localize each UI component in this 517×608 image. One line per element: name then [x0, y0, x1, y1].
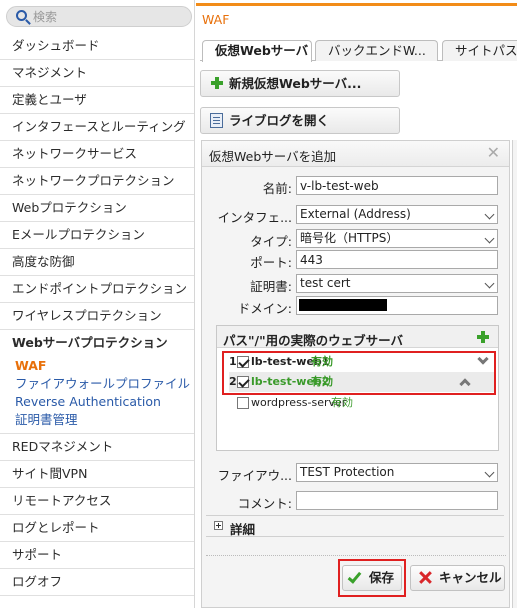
sidebar-item-remote-access[interactable]: リモートアクセス — [0, 488, 194, 515]
chevron-down-icon — [484, 278, 495, 289]
add-server-icon[interactable] — [477, 331, 489, 343]
server-row-3[interactable]: wordpress-server 有効 — [229, 393, 494, 413]
sidebar-item-logoff[interactable]: ログオフ — [0, 569, 194, 596]
sidebar-item-interfaces-routing[interactable]: インタフェースとルーティング — [0, 114, 194, 141]
server-order-1: 1 — [229, 355, 237, 368]
firewall-profile-select[interactable]: TEST Protection — [296, 463, 498, 482]
server-status-2: 有効 — [311, 375, 333, 388]
type-value: 暗号化（HTTPS） — [300, 231, 399, 245]
sidebar-item-endpoint-protection[interactable]: エンドポイントプロテクション — [0, 276, 194, 303]
server-status-3: 有効 — [331, 396, 353, 409]
close-icon — [419, 571, 432, 584]
cancel-label: キャンセル — [439, 570, 502, 585]
open-live-log-button[interactable]: ライブログを開く — [200, 107, 400, 134]
certificate-select[interactable]: test cert — [296, 274, 498, 293]
sidebar-item-network-services[interactable]: ネットワークサービス — [0, 141, 194, 168]
sidebar-nav: ダッシュボード マネジメント 定義とユーザ インタフェースとルーティング ネット… — [0, 33, 194, 596]
expand-icon[interactable] — [214, 521, 223, 530]
server-row-1[interactable]: 1 lb-test-web1 有効 — [229, 352, 494, 372]
tab-site-path-routing[interactable]: サイトパス... — [442, 40, 517, 61]
tab-virtual-webservers[interactable]: 仮想Webサーバ — [202, 40, 312, 62]
sidebar-item-management[interactable]: マネジメント — [0, 60, 194, 87]
sidebar-item-network-protection[interactable]: ネットワークプロテクション — [0, 168, 194, 195]
name-field[interactable] — [296, 176, 498, 195]
sidebar-subitem-waf[interactable]: WAF — [15, 357, 194, 375]
dialog-title: 仮想Webサーバを追加 — [209, 149, 337, 164]
name-label: 名前: — [262, 181, 292, 196]
sidebar-item-site-to-site-vpn[interactable]: サイト間VPN — [0, 461, 194, 488]
chevron-down-icon — [484, 209, 495, 220]
footer-divider — [206, 555, 506, 556]
server-order-2: 2 — [229, 375, 237, 388]
real-webservers-title: パス"/"用の実際のウェブサーバ — [223, 333, 403, 348]
adjacent-panel-edge — [512, 140, 517, 608]
search-box[interactable] — [6, 6, 192, 27]
details-label: 詳細 — [230, 522, 256, 537]
sidebar-item-advanced-protection[interactable]: 高度な防御 — [0, 249, 194, 276]
interface-label: インタフェ... — [217, 210, 292, 225]
new-virtual-webserver-button[interactable]: 新規仮想Webサーバ... — [200, 70, 400, 97]
domain-label: ドメイン: — [237, 301, 292, 316]
redacted-domain — [299, 299, 387, 311]
server-checkbox-3[interactable] — [237, 397, 249, 409]
accent-line — [196, 3, 517, 6]
server-checkbox-2[interactable] — [237, 376, 249, 388]
chevron-down-icon — [484, 233, 495, 244]
sidebar-item-web-protection[interactable]: Webプロテクション — [0, 195, 194, 222]
tab-bar: 仮想Webサーバ バックエンドW... サイトパス... — [200, 40, 517, 62]
sidebar-item-red-management[interactable]: REDマネジメント — [0, 434, 194, 461]
certificate-label: 証明書: — [250, 279, 292, 294]
interface-value: External (Address) — [300, 207, 411, 221]
save-label: 保存 — [369, 570, 395, 585]
move-up-icon[interactable] — [459, 378, 471, 390]
server-row-2[interactable]: 2 lb-test-web2 有効 — [229, 372, 494, 392]
move-down-icon[interactable] — [477, 353, 489, 365]
server-status-1: 有効 — [311, 355, 333, 368]
sidebar-subnav: WAF ファイアウォールプロファイル Reverse Authenticatio… — [0, 357, 194, 434]
dialog-header: 仮想Webサーバを追加 ✕ — [202, 141, 509, 167]
comment-field[interactable] — [296, 491, 498, 510]
firewall-profile-label: ファイアウ... — [217, 468, 292, 483]
search-input[interactable] — [33, 9, 183, 25]
sidebar: ダッシュボード マネジメント 定義とユーザ インタフェースとルーティング ネット… — [0, 0, 195, 608]
certificate-value: test cert — [300, 276, 351, 290]
type-label: タイプ: — [250, 234, 292, 249]
sidebar-item-definitions-users[interactable]: 定義とユーザ — [0, 87, 194, 114]
sidebar-item-wireless-protection[interactable]: ワイヤレスプロテクション — [0, 303, 194, 330]
server-checkbox-1[interactable] — [237, 356, 249, 368]
port-label: ポート: — [250, 255, 292, 270]
page-title: WAF — [202, 12, 230, 27]
type-select[interactable]: 暗号化（HTTPS） — [296, 229, 498, 248]
log-icon — [210, 113, 223, 128]
close-icon[interactable]: ✕ — [487, 144, 500, 162]
sidebar-item-email-protection[interactable]: Eメールプロテクション — [0, 222, 194, 249]
interface-select[interactable]: External (Address) — [296, 205, 498, 224]
save-button[interactable]: 保存 — [342, 565, 402, 591]
chevron-down-icon — [484, 467, 495, 478]
sidebar-item-support[interactable]: サポート — [0, 542, 194, 569]
sidebar-subitem-reverse-auth[interactable]: Reverse Authentication — [15, 393, 194, 411]
details-section[interactable]: 詳細 — [206, 515, 504, 537]
firewall-profile-value: TEST Protection — [300, 465, 395, 479]
sidebar-item-webserver-protection[interactable]: Webサーバプロテクション — [0, 330, 194, 357]
section-header: WAF — [196, 3, 517, 35]
real-webservers-header: パス"/"用の実際のウェブサーバ — [217, 326, 498, 348]
cancel-button[interactable]: キャンセル — [410, 565, 505, 591]
sidebar-subitem-firewall-profiles[interactable]: ファイアウォールプロファイル — [15, 375, 194, 393]
open-live-log-label: ライブログを開く — [229, 113, 330, 128]
plus-icon — [211, 77, 223, 89]
tab-backend-webservers[interactable]: バックエンドW... — [315, 40, 438, 61]
sidebar-item-logs-reports[interactable]: ログとレポート — [0, 515, 194, 542]
new-virtual-webserver-label: 新規仮想Webサーバ... — [229, 76, 362, 91]
checkmark-icon — [347, 569, 362, 584]
sidebar-subitem-cert-management[interactable]: 証明書管理 — [15, 411, 194, 429]
sidebar-item-dashboard[interactable]: ダッシュボード — [0, 33, 194, 60]
port-field[interactable] — [296, 250, 498, 269]
comment-label: コメント: — [237, 496, 292, 511]
search-icon — [16, 10, 27, 21]
